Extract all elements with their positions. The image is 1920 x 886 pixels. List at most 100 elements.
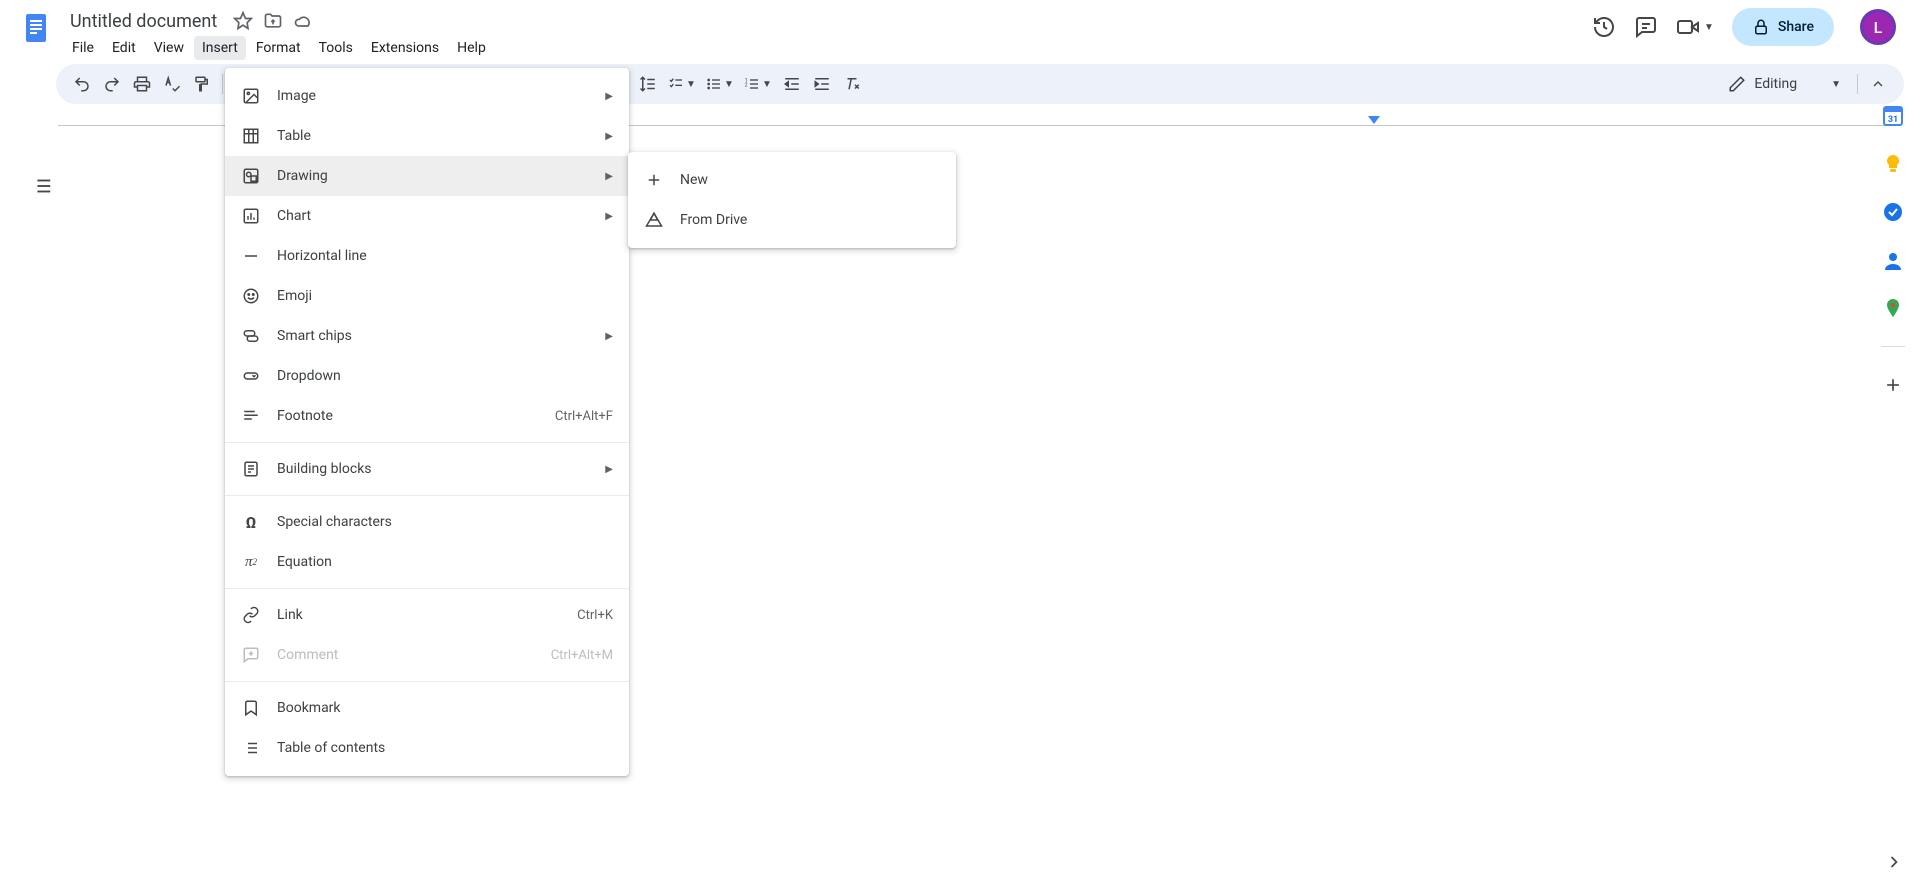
menu-item-label: Comment	[277, 647, 535, 663]
insert-menu-smart-chips[interactable]: Smart chips ▶	[225, 316, 629, 356]
menu-shortcut: Ctrl+Alt+M	[551, 648, 613, 663]
menu-item-label: Chart	[277, 208, 589, 224]
drive-icon	[644, 210, 664, 230]
menu-item-label: Emoji	[277, 288, 613, 304]
share-label: Share	[1778, 19, 1814, 35]
calendar-addon-icon[interactable]: 31	[1883, 106, 1903, 126]
insert-menu-comment: Comment Ctrl+Alt+M	[225, 635, 629, 675]
history-icon[interactable]	[1592, 15, 1616, 39]
menu-insert[interactable]: Insert	[194, 36, 246, 60]
docs-logo[interactable]	[16, 8, 56, 48]
increase-indent-button[interactable]	[808, 70, 836, 98]
comments-icon[interactable]	[1634, 15, 1658, 39]
footnote-icon	[241, 406, 261, 426]
share-button[interactable]: Share	[1732, 8, 1834, 46]
move-icon[interactable]	[263, 11, 283, 31]
insert-menu-table-of-contents[interactable]: Table of contents	[225, 728, 629, 768]
document-title[interactable]: Untitled document	[64, 9, 223, 34]
menu-format[interactable]: Format	[248, 36, 309, 60]
insert-menu-emoji[interactable]: Emoji	[225, 276, 629, 316]
star-icon[interactable]	[233, 11, 253, 31]
insert-menu-special-characters[interactable]: Ω Special characters	[225, 502, 629, 542]
menu-edit[interactable]: Edit	[104, 36, 144, 60]
drawing-submenu-new[interactable]: New	[628, 160, 956, 200]
redo-button[interactable]	[98, 70, 126, 98]
submenu-arrow-icon: ▶	[605, 464, 613, 475]
maps-addon-icon[interactable]	[1883, 298, 1903, 318]
account-avatar[interactable]: L	[1860, 9, 1896, 45]
submenu-arrow-icon: ▶	[605, 131, 613, 142]
chart-icon	[241, 206, 261, 226]
chevron-down-icon: ▼	[686, 79, 696, 90]
menu-item-label: Table of contents	[277, 740, 613, 756]
emoji-icon	[241, 286, 261, 306]
title-block: Untitled document File Edit View Insert …	[64, 8, 1592, 60]
link-icon	[241, 605, 261, 625]
menu-item-label: Smart chips	[277, 328, 589, 344]
insert-menu-bookmark[interactable]: Bookmark	[225, 688, 629, 728]
keep-addon-icon[interactable]	[1883, 154, 1903, 174]
decrease-indent-button[interactable]	[778, 70, 806, 98]
menu-help[interactable]: Help	[449, 36, 494, 60]
omega-icon: Ω	[241, 512, 261, 532]
side-panel-expand-button[interactable]	[1884, 852, 1904, 872]
submenu-arrow-icon: ▶	[605, 91, 613, 102]
clear-formatting-button[interactable]	[838, 70, 866, 98]
image-icon	[241, 86, 261, 106]
meet-button[interactable]: ▼	[1676, 15, 1714, 39]
menu-item-label: Table	[277, 128, 589, 144]
cloud-status-icon[interactable]	[293, 11, 313, 31]
insert-menu-footnote[interactable]: Footnote Ctrl+Alt+F	[225, 396, 629, 436]
editing-mode-button[interactable]: Editing ▼	[1718, 69, 1851, 99]
menu-shortcut: Ctrl+Alt+F	[555, 409, 613, 424]
chevron-down-icon: ▼	[724, 79, 734, 90]
print-button[interactable]	[128, 70, 156, 98]
insert-menu-dropdown[interactable]: Dropdown	[225, 356, 629, 396]
submenu-arrow-icon: ▶	[605, 331, 613, 342]
ruler-right-margin-marker[interactable]	[1368, 116, 1380, 126]
insert-menu-image[interactable]: Image ▶	[225, 76, 629, 116]
line-spacing-button[interactable]	[634, 70, 662, 98]
drawing-submenu-from-drive[interactable]: From Drive	[628, 200, 956, 240]
contacts-addon-icon[interactable]	[1883, 250, 1903, 270]
spellcheck-button[interactable]	[158, 70, 186, 98]
submenu-arrow-icon: ▶	[605, 211, 613, 222]
paint-format-button[interactable]	[188, 70, 216, 98]
insert-menu-chart[interactable]: Chart ▶	[225, 196, 629, 236]
menu-item-label: Link	[277, 607, 561, 623]
insert-menu-link[interactable]: Link Ctrl+K	[225, 595, 629, 635]
insert-menu-equation[interactable]: π2 Equation	[225, 542, 629, 582]
insert-menu-drawing[interactable]: Drawing ▶	[225, 156, 629, 196]
app-header: Untitled document File Edit View Insert …	[0, 0, 1920, 64]
checklist-button[interactable]: ▼	[664, 70, 700, 98]
menu-extensions[interactable]: Extensions	[363, 36, 447, 60]
menu-file[interactable]: File	[64, 36, 102, 60]
undo-button[interactable]	[68, 70, 96, 98]
menu-view[interactable]: View	[146, 36, 192, 60]
plus-icon	[644, 170, 664, 190]
menu-item-label: Equation	[277, 554, 613, 570]
insert-menu-table[interactable]: Table ▶	[225, 116, 629, 156]
menu-shortcut: Ctrl+K	[577, 608, 613, 623]
menu-divider	[225, 495, 629, 496]
horizontal-line-icon	[241, 246, 261, 266]
menu-item-label: Horizontal line	[277, 248, 613, 264]
menu-item-label: Footnote	[277, 408, 539, 424]
tasks-addon-icon[interactable]	[1883, 202, 1903, 222]
table-icon	[241, 126, 261, 146]
insert-menu-building-blocks[interactable]: Building blocks ▶	[225, 449, 629, 489]
menubar: File Edit View Insert Format Tools Exten…	[64, 34, 1592, 60]
title-row: Untitled document	[64, 8, 1592, 34]
menu-tools[interactable]: Tools	[311, 36, 361, 60]
document-outline-button[interactable]	[28, 172, 56, 200]
insert-menu-horizontal-line[interactable]: Horizontal line	[225, 236, 629, 276]
chevron-down-icon: ▼	[762, 79, 772, 90]
numbered-list-button[interactable]: 12▼	[740, 70, 776, 98]
toolbar-separator	[222, 74, 223, 94]
get-addons-button[interactable]	[1883, 375, 1903, 395]
bulleted-list-button[interactable]: ▼	[702, 70, 738, 98]
video-icon	[1676, 15, 1700, 39]
chevron-down-icon: ▼	[1704, 22, 1714, 33]
equation-icon: π2	[241, 552, 261, 572]
editing-mode-label: Editing	[1754, 76, 1797, 92]
